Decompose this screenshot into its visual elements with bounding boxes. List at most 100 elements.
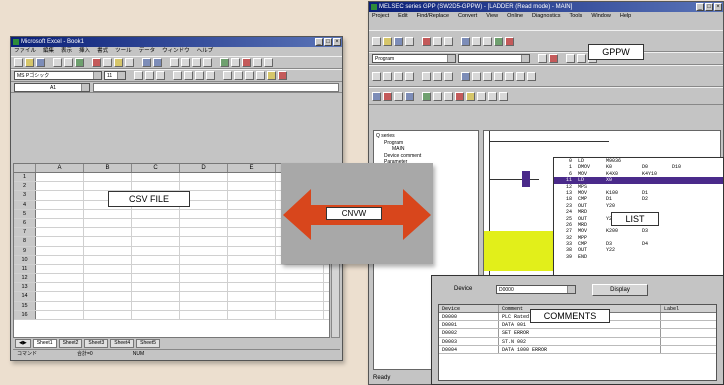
format-painter-icon[interactable] bbox=[125, 58, 134, 67]
row-header[interactable]: 16 bbox=[14, 310, 36, 319]
cell-label[interactable] bbox=[661, 346, 716, 353]
cell[interactable] bbox=[132, 301, 180, 310]
table-row[interactable]: D0004 DATA 1000 ERROR bbox=[439, 345, 716, 354]
close-icon[interactable]: × bbox=[333, 38, 341, 46]
help-icon[interactable] bbox=[264, 58, 273, 67]
read-plc-icon[interactable] bbox=[494, 36, 503, 46]
cell[interactable] bbox=[228, 218, 276, 228]
cell[interactable] bbox=[228, 173, 276, 182]
cell[interactable] bbox=[84, 228, 132, 237]
cell-label[interactable] bbox=[661, 338, 716, 345]
copy-icon[interactable] bbox=[433, 36, 442, 46]
cell[interactable] bbox=[36, 264, 84, 274]
undo-icon[interactable] bbox=[142, 58, 151, 67]
cell[interactable] bbox=[180, 255, 228, 264]
row-header[interactable]: 5 bbox=[14, 209, 36, 218]
copy-icon[interactable] bbox=[103, 58, 112, 67]
cell[interactable] bbox=[36, 283, 84, 292]
cell[interactable] bbox=[228, 283, 276, 292]
cell[interactable] bbox=[36, 173, 84, 182]
menu-item[interactable]: Convert bbox=[458, 12, 477, 30]
cell[interactable] bbox=[180, 274, 228, 283]
menu-item[interactable]: Edit bbox=[398, 12, 407, 30]
param-icon[interactable] bbox=[394, 91, 403, 101]
cell[interactable] bbox=[228, 200, 276, 209]
cell[interactable] bbox=[132, 310, 180, 319]
cell[interactable] bbox=[132, 209, 180, 218]
cell[interactable] bbox=[180, 264, 228, 274]
cell[interactable] bbox=[36, 274, 84, 283]
cell[interactable] bbox=[228, 182, 276, 191]
run-icon[interactable] bbox=[466, 91, 475, 101]
cell[interactable] bbox=[36, 209, 84, 218]
coil-icon[interactable] bbox=[394, 71, 403, 81]
align-center-icon[interactable] bbox=[184, 71, 193, 80]
cell-comment[interactable]: ST.N 002 bbox=[499, 337, 661, 345]
map-icon[interactable] bbox=[231, 58, 240, 67]
print-icon[interactable] bbox=[405, 36, 414, 46]
fill-color-icon[interactable] bbox=[267, 71, 276, 80]
list-row[interactable]: 39 END bbox=[554, 254, 723, 260]
cell-label[interactable] bbox=[661, 329, 716, 336]
cell[interactable] bbox=[132, 283, 180, 292]
font-size-select[interactable]: 11 bbox=[104, 71, 126, 80]
cell[interactable] bbox=[84, 264, 132, 274]
row-header[interactable]: 14 bbox=[14, 292, 36, 301]
cell[interactable] bbox=[84, 310, 132, 319]
cell[interactable] bbox=[180, 301, 228, 310]
cell[interactable] bbox=[276, 264, 324, 274]
row-header[interactable]: 15 bbox=[14, 301, 36, 310]
menu-item[interactable]: Help bbox=[620, 12, 631, 30]
menu-item[interactable]: ツール bbox=[115, 47, 132, 56]
cell[interactable] bbox=[84, 209, 132, 218]
sheet-tab[interactable]: Sheet1 bbox=[32, 339, 57, 348]
online-icon[interactable] bbox=[422, 91, 431, 101]
cell[interactable] bbox=[228, 228, 276, 237]
program-select[interactable]: Program bbox=[372, 54, 456, 63]
cell[interactable] bbox=[228, 274, 276, 283]
cell-comment[interactable]: DATA 1000 ERROR bbox=[499, 345, 661, 353]
cell[interactable] bbox=[180, 237, 228, 246]
table-row[interactable]: D0003 ST.N 002 bbox=[439, 337, 716, 346]
drawing-icon[interactable] bbox=[242, 58, 251, 67]
zoom-icon[interactable] bbox=[566, 54, 575, 63]
device-input[interactable]: D0000 bbox=[496, 285, 576, 294]
merge-icon[interactable] bbox=[206, 71, 215, 80]
cell[interactable] bbox=[132, 292, 180, 301]
cell[interactable] bbox=[228, 310, 276, 319]
cell[interactable] bbox=[132, 274, 180, 283]
column-header[interactable]: B bbox=[84, 164, 132, 172]
cell[interactable] bbox=[180, 310, 228, 319]
test-icon[interactable] bbox=[527, 71, 536, 81]
autosum-icon[interactable] bbox=[170, 58, 179, 67]
cell[interactable] bbox=[180, 173, 228, 182]
new-icon[interactable] bbox=[14, 58, 23, 67]
cell[interactable] bbox=[276, 274, 324, 283]
cell[interactable] bbox=[36, 200, 84, 209]
cell[interactable] bbox=[84, 274, 132, 283]
cell[interactable] bbox=[276, 301, 324, 310]
open-project-icon[interactable] bbox=[383, 36, 392, 46]
table-row[interactable]: D0002 SET ERROR bbox=[439, 329, 716, 338]
cell[interactable] bbox=[132, 218, 180, 228]
select-all-corner[interactable] bbox=[14, 164, 36, 172]
cell[interactable] bbox=[36, 246, 84, 255]
border-icon[interactable] bbox=[256, 71, 265, 80]
save-project-icon[interactable] bbox=[394, 36, 403, 46]
row-header[interactable]: 8 bbox=[14, 237, 36, 246]
chart-wizard-icon[interactable] bbox=[220, 58, 229, 67]
column-header[interactable]: C bbox=[132, 164, 180, 172]
cell[interactable] bbox=[36, 191, 84, 200]
cell[interactable] bbox=[84, 173, 132, 182]
sheet-tab[interactable]: Sheet5 bbox=[136, 339, 160, 348]
menu-item[interactable]: Tools bbox=[569, 12, 582, 30]
cell[interactable] bbox=[228, 246, 276, 255]
cell[interactable] bbox=[180, 218, 228, 228]
cell[interactable] bbox=[84, 218, 132, 228]
spell-icon[interactable] bbox=[75, 58, 84, 67]
cell[interactable] bbox=[228, 301, 276, 310]
menu-item[interactable]: Online bbox=[507, 12, 523, 30]
vline-icon[interactable] bbox=[433, 71, 442, 81]
menu-item[interactable]: 編集 bbox=[43, 47, 54, 56]
delete-line-icon[interactable] bbox=[444, 71, 453, 81]
